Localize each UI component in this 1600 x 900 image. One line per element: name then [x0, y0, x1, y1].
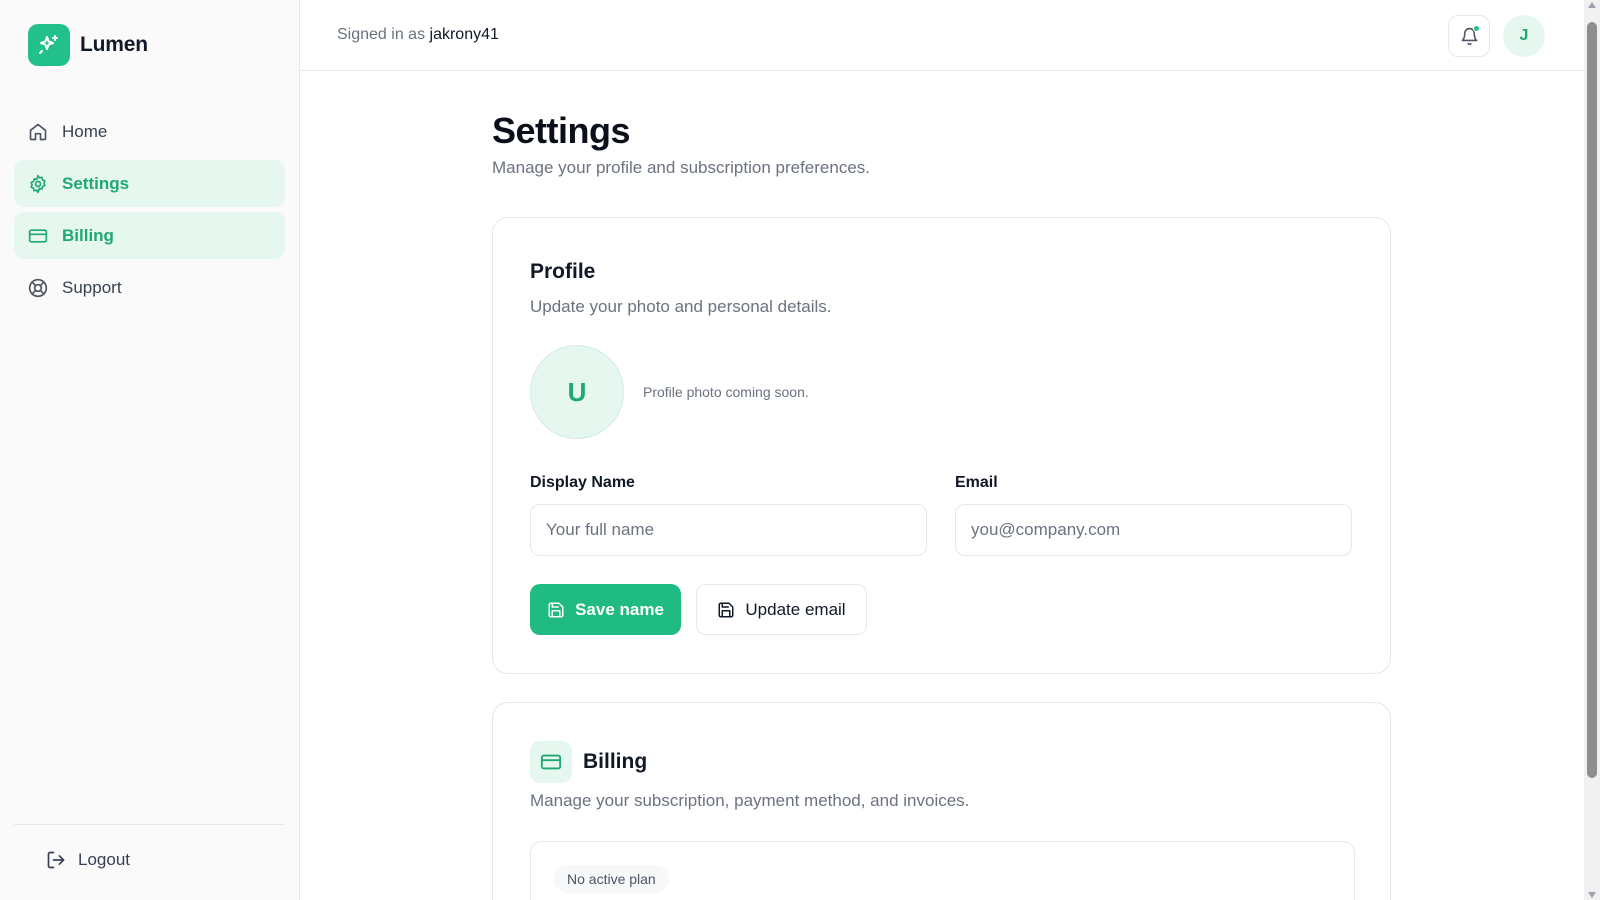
logout-button[interactable]: Logout: [46, 850, 130, 870]
update-email-button[interactable]: Update email: [696, 584, 867, 635]
page-subtitle: Manage your profile and subscription pre…: [492, 158, 870, 177]
signed-in-prefix: Signed in as: [337, 26, 426, 43]
scroll-down-arrow-icon[interactable]: [1588, 892, 1596, 898]
scrollbar-thumb[interactable]: [1587, 22, 1597, 778]
profile-subtitle: Update your photo and personal details.: [530, 297, 832, 316]
sidebar-nav: Home Settings Billing Support: [14, 108, 285, 316]
sidebar-item-label: Settings: [62, 173, 130, 193]
sidebar-item-support[interactable]: Support: [14, 264, 285, 311]
profile-title: Profile: [530, 260, 596, 283]
notifications-button[interactable]: [1448, 15, 1490, 57]
home-icon: [29, 123, 47, 140]
sidebar-item-settings[interactable]: Settings: [14, 160, 285, 207]
plan-status-badge: No active plan: [554, 865, 669, 893]
signed-in-username: jakrony41: [429, 26, 499, 43]
page-scrollbar[interactable]: [1584, 0, 1600, 900]
credit-card-icon: [28, 228, 48, 243]
email-input[interactable]: [955, 504, 1352, 556]
sparkle-logo-icon: [28, 24, 70, 66]
sidebar-item-label: Home: [62, 121, 108, 141]
brand[interactable]: Lumen: [28, 24, 148, 66]
plan-box: No active plan: [530, 841, 1355, 900]
page-title: Settings: [492, 110, 631, 151]
billing-title: Billing: [583, 750, 648, 773]
update-email-label: Update email: [745, 599, 846, 619]
sidebar-item-label: Billing: [62, 225, 114, 245]
display-name-input[interactable]: [530, 504, 927, 556]
save-icon: [548, 602, 564, 617]
user-avatar[interactable]: J: [1503, 15, 1545, 57]
billing-icon-badge: [530, 741, 572, 783]
save-name-label: Save name: [575, 599, 664, 619]
top-header: Signed in as jakrony41 J: [300, 0, 1584, 71]
profile-avatar: U: [530, 345, 624, 439]
sidebar-item-label: Support: [62, 277, 122, 297]
logout-icon: [47, 851, 65, 869]
billing-card: Billing Manage your subscription, paymen…: [492, 702, 1391, 900]
sidebar-item-home[interactable]: Home: [14, 108, 285, 155]
profile-card: Profile Update your photo and personal d…: [492, 217, 1391, 674]
brand-name: Lumen: [80, 33, 148, 56]
lifebuoy-icon: [28, 278, 48, 297]
credit-card-icon: [540, 754, 562, 770]
display-name-label: Display Name: [530, 474, 635, 491]
save-icon: [718, 602, 734, 617]
sidebar: Lumen Home Settings Billing Support Logo…: [0, 0, 300, 900]
sidebar-divider: [14, 824, 285, 825]
notification-dot: [1473, 25, 1480, 32]
email-label: Email: [955, 474, 998, 491]
scroll-up-arrow-icon[interactable]: [1588, 2, 1596, 8]
billing-subtitle: Manage your subscription, payment method…: [530, 791, 970, 810]
profile-photo-note: Profile photo coming soon.: [643, 384, 809, 400]
save-name-button[interactable]: Save name: [530, 584, 681, 635]
signed-in-text: Signed in as jakrony41: [337, 26, 499, 44]
logout-label: Logout: [78, 850, 130, 869]
gear-icon: [30, 174, 46, 193]
sidebar-item-billing[interactable]: Billing: [14, 212, 285, 259]
